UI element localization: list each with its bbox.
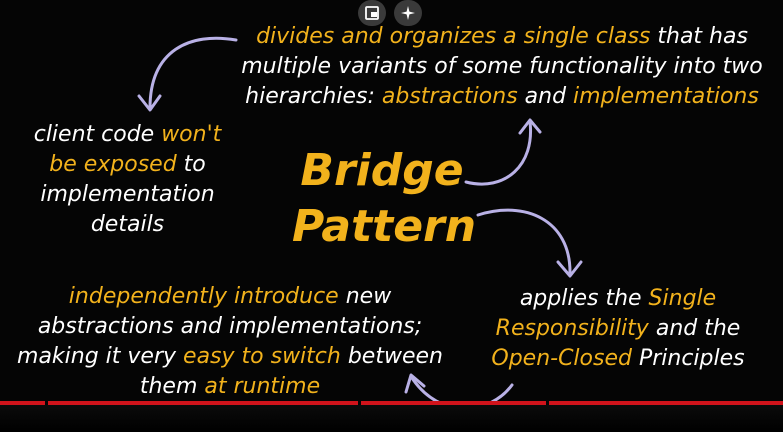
arrow-title-to-principles [476, 208, 572, 274]
arrow-title-to-principles-head [556, 260, 583, 278]
page-title: Bridge Pattern [292, 145, 477, 252]
runtime-switch-text: independently introduce new abstractions… [17, 284, 443, 399]
video-frame[interactable]: divides and organizes a single class tha… [0, 0, 783, 432]
definition-text: divides and organizes a single class tha… [241, 24, 763, 109]
arrow-title-to-definition-head [518, 118, 542, 135]
arrow-definition-to-client [148, 36, 238, 110]
principles-text: applies the Single Responsibility and th… [491, 286, 745, 371]
arrow-title-to-definition [464, 120, 533, 186]
player-bottom-area [0, 405, 783, 432]
client-code-text: client code won't be exposed to implemen… [33, 122, 222, 237]
arrow-definition-to-client-head [137, 94, 162, 112]
